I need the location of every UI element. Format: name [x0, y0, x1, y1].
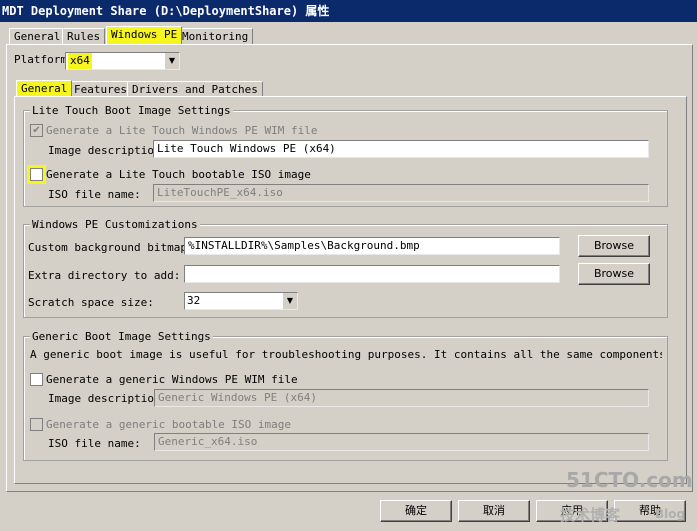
- generic-wim-label: Generate a generic Windows PE WIM file: [46, 373, 298, 386]
- bg-bitmap-input[interactable]: %INSTALLDIR%\Samples\Background.bmp: [184, 237, 560, 255]
- lite-touch-iso-label: Generate a Lite Touch bootable ISO image: [46, 168, 311, 181]
- customizations-group-label: Windows PE Customizations: [30, 218, 200, 231]
- ok-button[interactable]: 确定: [380, 500, 452, 522]
- lite-touch-iso-name-label: ISO file name:: [48, 188, 141, 201]
- tab-monitoring[interactable]: Monitoring: [177, 28, 254, 44]
- bg-browse-button[interactable]: Browse: [578, 235, 650, 257]
- lite-touch-image-desc-label: Image description:: [48, 144, 168, 157]
- scratch-space-value: 32: [187, 294, 201, 307]
- subtab-features[interactable]: Features: [69, 81, 132, 97]
- lite-touch-wim-label: Generate a Lite Touch Windows PE WIM fil…: [46, 124, 318, 137]
- extra-directory-label: Extra directory to add:: [28, 269, 181, 282]
- tab-rules[interactable]: Rules: [62, 28, 106, 44]
- lite-touch-group-label: Lite Touch Boot Image Settings: [30, 104, 233, 117]
- chevron-down-icon[interactable]: ▼: [164, 53, 179, 69]
- bg-bitmap-label: Custom background bitmap fi: [28, 241, 207, 254]
- generic-wim-checkbox[interactable]: [30, 373, 43, 386]
- chevron-down-icon[interactable]: ▼: [282, 293, 297, 309]
- generic-iso-name-label: ISO file name:: [48, 437, 141, 450]
- generic-description: A generic boot image is useful for troub…: [30, 348, 662, 361]
- platform-value: x64: [68, 53, 92, 69]
- tab-general[interactable]: General: [9, 28, 66, 44]
- check-icon: ✔: [32, 125, 41, 136]
- generic-iso-checkbox[interactable]: [30, 418, 43, 431]
- generic-iso-label: Generate a generic bootable ISO image: [46, 418, 292, 431]
- extra-directory-input[interactable]: [184, 265, 560, 283]
- generic-image-desc-label: Image description:: [48, 392, 168, 405]
- window-title: MDT Deployment Share (D:\DeploymentShare…: [0, 0, 697, 22]
- subtab-drivers-patches[interactable]: Drivers and Patches: [127, 81, 263, 97]
- lite-touch-iso-name-input[interactable]: LiteTouchPE_x64.iso: [153, 184, 649, 202]
- platform-select[interactable]: x64 ▼: [65, 52, 180, 70]
- lite-touch-iso-checkbox[interactable]: [30, 168, 43, 181]
- lite-touch-wim-checkbox[interactable]: ✔: [30, 124, 43, 137]
- extra-browse-button[interactable]: Browse: [578, 263, 650, 285]
- watermark-blog: Blog: [655, 507, 686, 521]
- subtab-general[interactable]: General: [16, 80, 73, 96]
- generic-iso-name-input[interactable]: Generic_x64.iso: [154, 433, 649, 451]
- generic-image-desc-input[interactable]: Generic Windows PE (x64): [154, 389, 649, 407]
- scratch-space-select[interactable]: 32 ▼: [184, 292, 298, 310]
- watermark-blog-cn: 技术博客: [560, 506, 621, 524]
- lite-touch-image-desc-input[interactable]: Lite Touch Windows PE (x64): [153, 140, 649, 158]
- cancel-button[interactable]: 取消: [458, 500, 530, 522]
- generic-group-label: Generic Boot Image Settings: [30, 330, 213, 343]
- scratch-space-label: Scratch space size:: [28, 296, 154, 309]
- tab-windows-pe[interactable]: Windows PE: [106, 26, 183, 44]
- watermark-site: 51CTO.com: [566, 468, 693, 492]
